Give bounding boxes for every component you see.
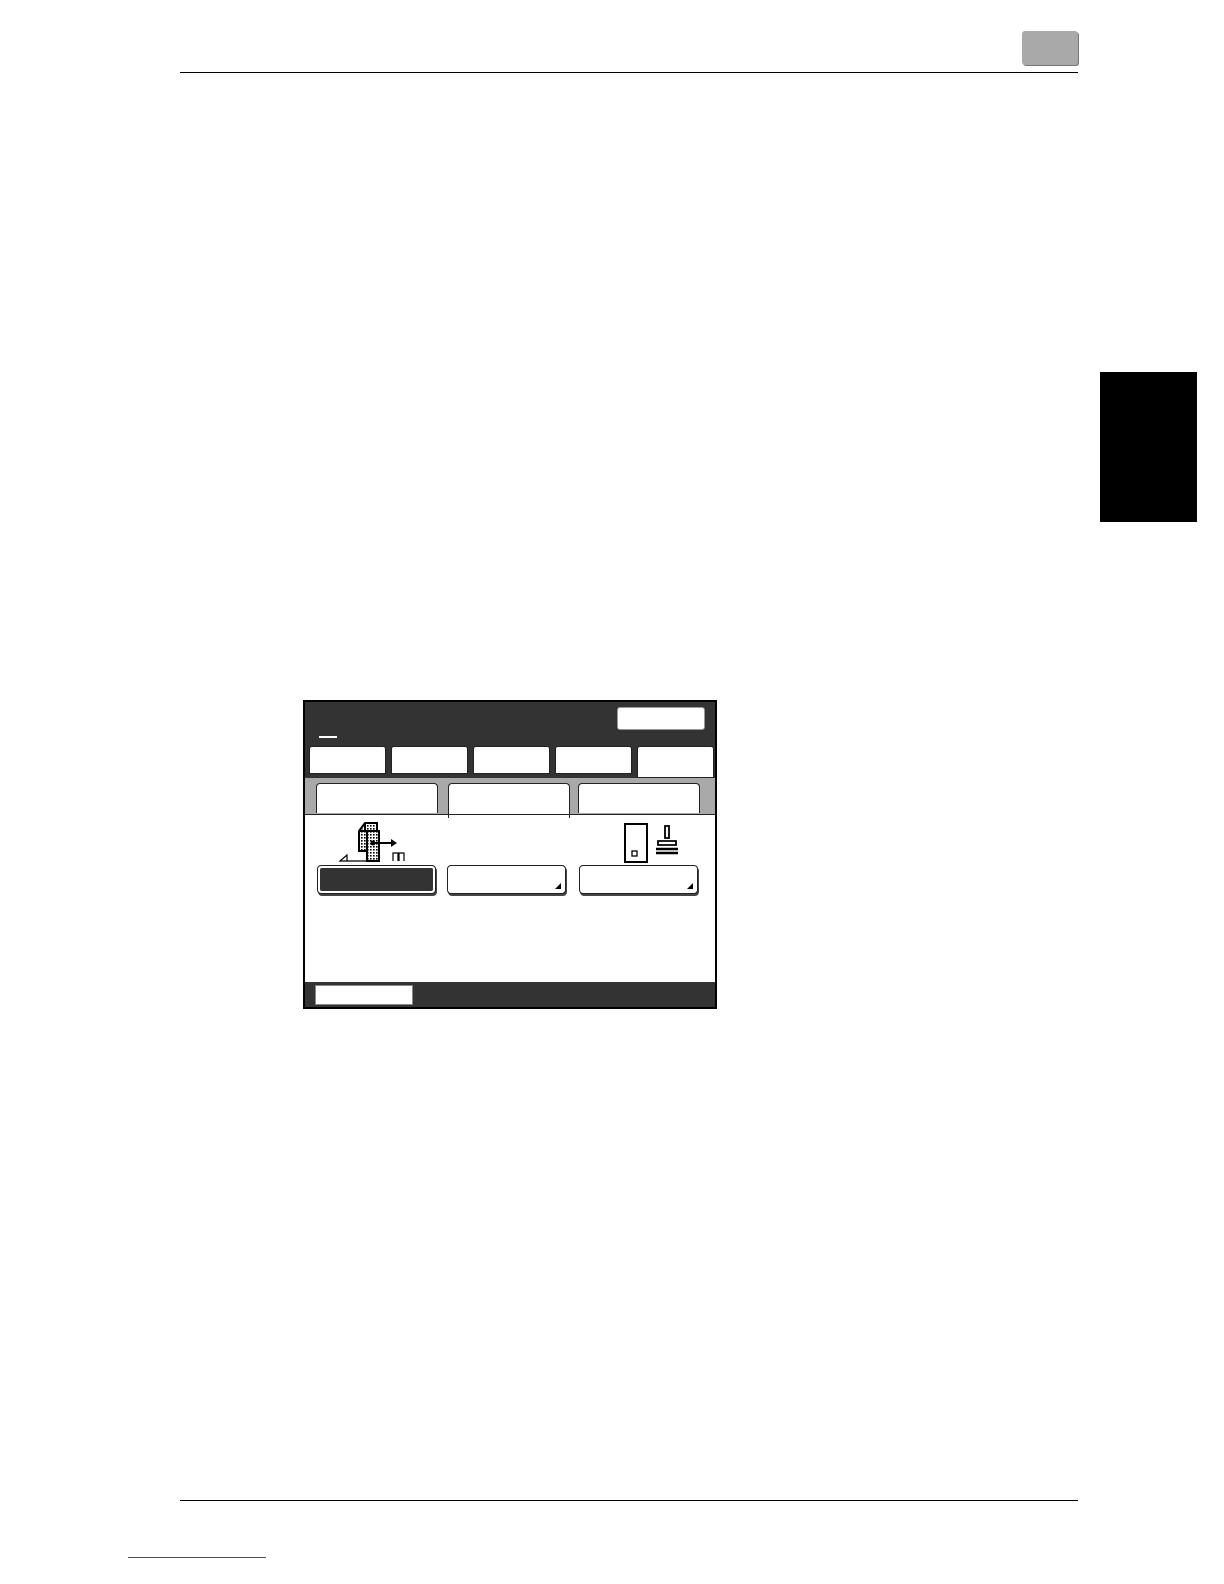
footer-rule [180,1500,1078,1501]
content-divider [305,814,715,815]
title-underline [319,736,337,738]
main-tab-1[interactable] [309,746,386,774]
top-right-button[interactable] [617,707,705,730]
page-number-box [1022,31,1078,65]
selected-fill [320,868,433,891]
header-rule [180,72,1078,73]
main-tab-2[interactable] [391,746,468,774]
page-layout-arrow-icon [338,822,405,862]
chapter-tab [1100,372,1197,522]
function-button-3[interactable] [579,865,698,894]
sub-tab-1[interactable] [316,783,438,813]
page-stamp-icon [624,823,678,863]
sub-tab-2[interactable] [448,783,570,818]
main-tab-5[interactable] [637,746,714,778]
status-bar-button[interactable] [315,985,413,1005]
main-tab-3[interactable] [473,746,550,774]
main-tab-4[interactable] [555,746,632,774]
function-button-1[interactable] [317,865,436,894]
submenu-corner-icon [555,883,561,889]
control-panel-screen [303,700,717,1009]
sub-tab-3[interactable] [578,783,700,813]
submenu-corner-icon [687,883,693,889]
footer-link-underline[interactable] [128,1557,266,1558]
function-button-2[interactable] [447,865,566,894]
